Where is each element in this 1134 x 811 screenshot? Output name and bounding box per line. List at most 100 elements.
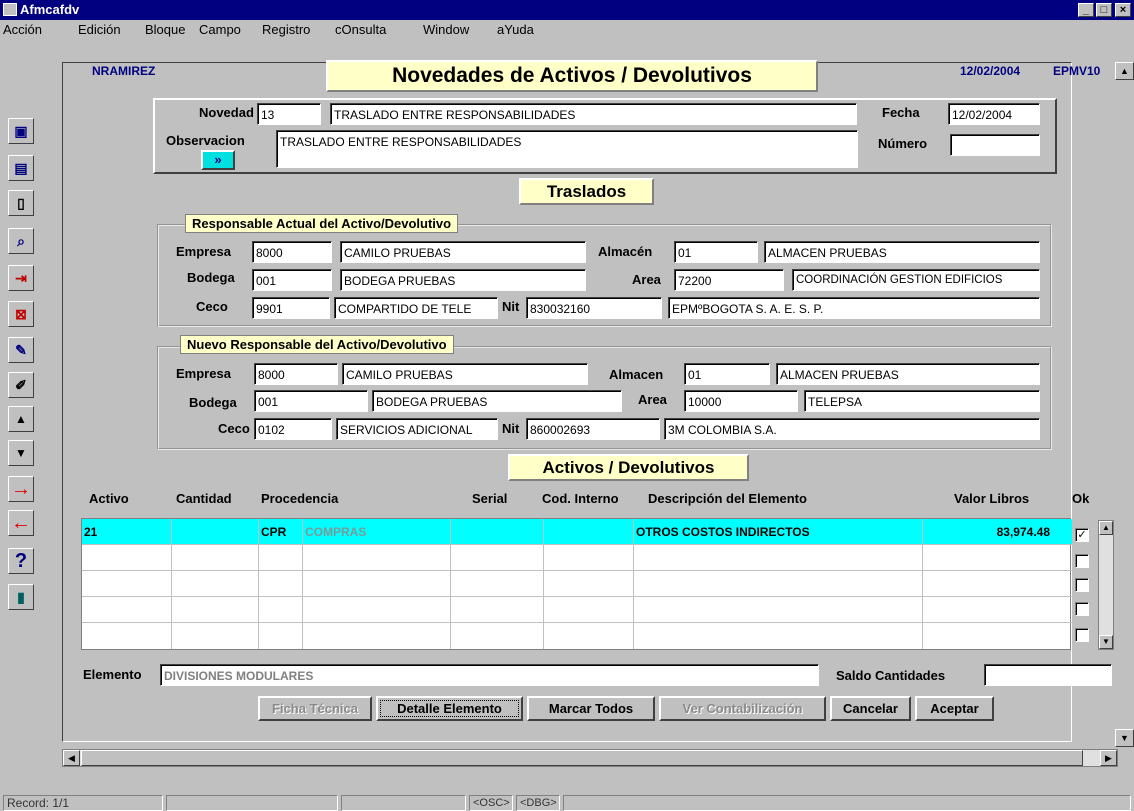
detalle-elemento-button[interactable]: Detalle Elemento [376,696,523,721]
almacen-code-field[interactable]: 01 [674,241,758,263]
nuevo-bodega-code-field[interactable]: 001 [254,390,368,412]
area-name-field[interactable]: COORDINACIÓN GESTION EDIFICIOS [792,269,1040,291]
table-row[interactable] [82,545,1072,571]
activos-table: 21 CPR COMPRAS OTROS COSTOS INDIRECTOS 8… [81,518,1072,650]
scroll-up-icon[interactable]: ▲ [1099,521,1113,535]
expand-observacion-button[interactable]: » [201,150,235,170]
list-icon[interactable]: ▤ [8,155,34,181]
col-valor-libros: Valor Libros [954,491,1030,506]
clipboard-icon[interactable]: ▯ [8,190,34,216]
nit-name-field[interactable]: EPMºBOGOTA S. A. E. S. P. [668,297,1040,319]
menu-campo[interactable]: Campo [199,22,241,37]
nuevo-nit-name-field[interactable]: 3M COLOMBIA S.A. [664,418,1040,440]
close-button[interactable]: × [1115,3,1131,17]
nuevo-empresa-name-field[interactable]: CAMILO PRUEBAS [342,363,588,385]
clear-icon[interactable]: ✎ [8,337,34,363]
nuevo-area-name-field[interactable]: TELEPSA [804,390,1040,412]
scroll-down-button[interactable]: ▼ [1115,729,1134,747]
descripcion-cell: OTROS COSTOS INDIRECTOS [634,519,923,545]
next-icon[interactable]: ▼ [8,440,34,466]
table-row[interactable] [82,571,1072,597]
nuevo-nit-code-field[interactable]: 860002693 [526,418,660,440]
empresa-name-field[interactable]: CAMILO PRUEBAS [340,241,586,263]
scroll-thumb[interactable] [81,750,1083,766]
nit-code-field[interactable]: 830032160 [526,297,662,319]
back-arrow-icon[interactable]: ← [8,510,34,536]
horizontal-scrollbar[interactable]: ◀ ▶ [62,749,1118,767]
elemento-field: DIVISIONES MODULARES [160,664,819,686]
empresa-code-field[interactable]: 8000 [252,241,332,263]
osc-status: <OSC> [469,795,513,811]
scroll-up-button[interactable]: ▲ [1115,62,1134,80]
nuevo-area-code-field[interactable]: 10000 [684,390,798,412]
nuevo-bodega-name-field[interactable]: BODEGA PRUEBAS [372,390,622,412]
help-icon[interactable]: ? [8,548,34,574]
procedencia-code-cell[interactable]: CPR [259,519,303,545]
minimize-button[interactable]: _ [1078,3,1094,17]
maximize-button[interactable]: □ [1096,3,1112,17]
insert-record-icon[interactable]: ⇥ [8,265,34,291]
novedad-label: Novedad [199,105,254,120]
novedad-code-field[interactable]: 13 [257,103,321,125]
scroll-right-icon[interactable]: ▶ [1100,750,1117,766]
nuevo-ceco-code-field[interactable]: 0102 [254,418,332,440]
col-serial: Serial [472,491,508,506]
forward-arrow-icon[interactable]: → [8,476,34,502]
aceptar-button[interactable]: Aceptar [915,696,994,721]
nuevo-almacen-name-field[interactable]: ALMACEN PRUEBAS [776,363,1040,385]
menu-window[interactable]: Window [423,22,469,37]
app-icon [3,3,17,16]
nuevo-almacen-code-field[interactable]: 01 [684,363,770,385]
header-date: 12/02/2004 [960,64,1021,78]
table-row[interactable] [82,623,1072,649]
edit-icon[interactable]: ✐ [8,372,34,398]
cod-interno-cell[interactable] [544,519,634,545]
ficha-tecnica-button[interactable]: Ficha Técnica [258,696,372,721]
ceco-code-field[interactable]: 9901 [252,297,330,319]
cancelar-button[interactable]: Cancelar [830,696,911,721]
ok-checkbox[interactable] [1075,554,1089,568]
ok-checkbox[interactable]: ✓ [1075,528,1089,542]
nuevo-ceco-name-field[interactable]: SERVICIOS ADICIONAL [336,418,498,440]
ok-checkbox[interactable] [1075,602,1089,616]
table-row[interactable] [82,597,1072,623]
serial-cell[interactable] [451,519,544,545]
area-code-field[interactable]: 72200 [674,269,784,291]
traslados-title: Traslados [519,178,654,205]
nuevo-responsable-title: Nuevo Responsable del Activo/Devolutivo [180,335,454,354]
menu-registro[interactable]: Registro [262,22,310,37]
menu-edicion[interactable]: Edición [78,22,121,37]
activo-cell[interactable]: 21 [82,519,172,545]
user-name: NRAMIREZ [92,64,156,78]
menu-ayuda[interactable]: aYuda [497,22,534,37]
bodega-code-field[interactable]: 001 [252,269,332,291]
query-icon[interactable]: ⌕ [8,228,34,254]
saldo-cantidades-label: Saldo Cantidades [836,668,946,683]
marcar-todos-button[interactable]: Marcar Todos [527,696,655,721]
nuevo-empresa-code-field[interactable]: 8000 [254,363,338,385]
save-icon[interactable]: ▣ [8,118,34,144]
table-row[interactable]: 21 CPR COMPRAS OTROS COSTOS INDIRECTOS 8… [82,519,1072,545]
numero-field[interactable] [950,134,1040,156]
table-scrollbar[interactable]: ▲ ▼ [1098,520,1114,650]
scroll-down-icon[interactable]: ▼ [1099,635,1113,649]
menu-accion[interactable]: Acción [3,22,42,37]
observacion-field[interactable]: TRASLADO ENTRE RESPONSABILIDADES [276,130,858,168]
ok-checkbox[interactable] [1075,578,1089,592]
novedad-desc-field[interactable]: TRASLADO ENTRE RESPONSABILIDADES [330,103,857,125]
menu-bloque[interactable]: Bloque [145,22,185,37]
bodega-name-field[interactable]: BODEGA PRUEBAS [340,269,586,291]
fecha-field[interactable]: 12/02/2004 [948,103,1040,125]
ok-checkbox[interactable] [1075,628,1089,642]
empresa-label: Empresa [176,366,231,381]
scroll-left-icon[interactable]: ◀ [63,750,80,766]
cantidad-cell[interactable] [172,519,259,545]
exit-icon[interactable]: ▮ [8,584,34,610]
ceco-name-field[interactable]: COMPARTIDO DE TELE [334,297,498,319]
menu-consulta[interactable]: cOnsulta [335,22,386,37]
delete-record-icon[interactable]: ⊠ [8,301,34,327]
saldo-cantidades-field[interactable] [984,664,1112,686]
ver-contabilizacion-button[interactable]: Ver Contabilización [659,696,826,721]
almacen-name-field[interactable]: ALMACEN PRUEBAS [764,241,1040,263]
previous-icon[interactable]: ▲ [8,406,34,432]
